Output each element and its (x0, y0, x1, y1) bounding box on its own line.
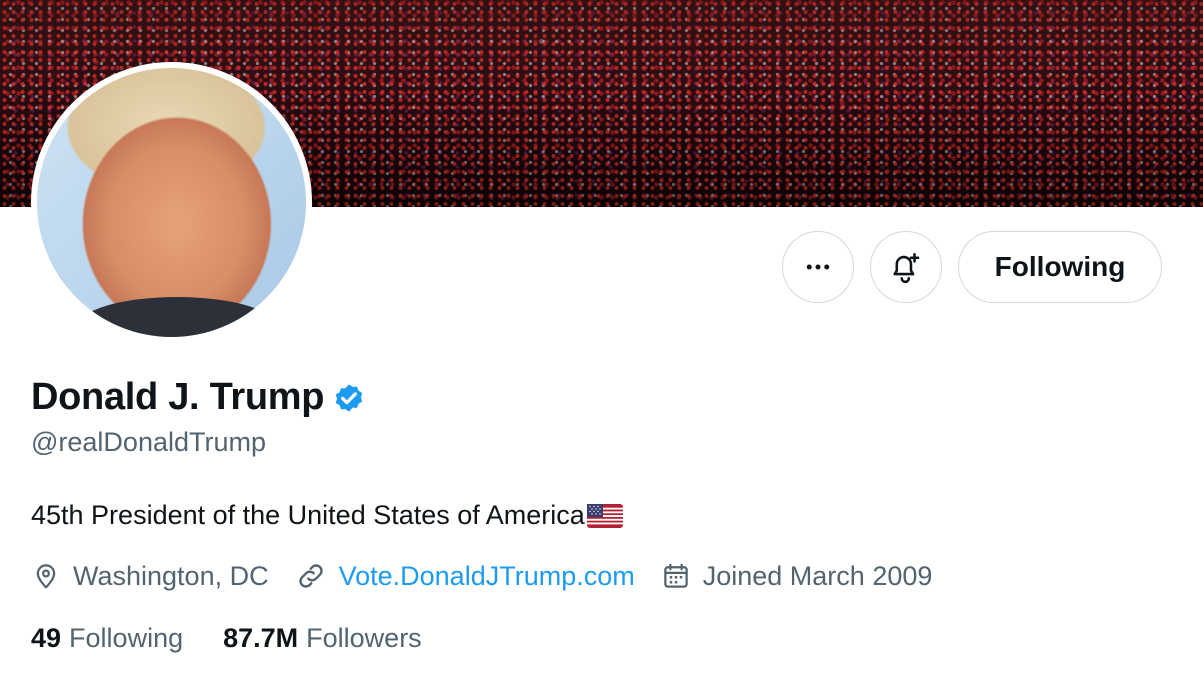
following-count: 49 (31, 623, 62, 653)
joined-item: Joined March 2009 (661, 560, 933, 592)
location-pin-icon (36, 564, 56, 589)
profile-handle: @realDonaldTrump (31, 427, 266, 457)
joined-date-text: Joined March 2009 (702, 560, 933, 591)
avatar-suit-shape (77, 297, 277, 337)
followers-stat-link[interactable]: 87.7M Followers (223, 623, 422, 654)
more-horizontal-icon (806, 264, 830, 270)
profile-bio: 45th President of the United States of A… (31, 500, 623, 531)
profile-avatar[interactable] (31, 62, 312, 343)
more-options-button[interactable] (782, 231, 854, 303)
bell-plus-icon (893, 252, 920, 284)
website-link[interactable]: Vote.DonaldJTrump.com (339, 561, 635, 592)
bio-text: 45th President of the United States of A… (31, 500, 585, 530)
profile-name-row: Donald J. Trump (31, 376, 367, 419)
profile-stats: 49 Following 87.7M Followers (31, 623, 462, 654)
location-item: Washington, DC (31, 561, 269, 592)
calendar-icon (663, 563, 688, 588)
location-text: Washington, DC (73, 560, 269, 591)
profile-meta: Washington, DC Vote.DonaldJTrump.com Joi… (31, 560, 958, 592)
followers-count: 87.7M (223, 623, 299, 653)
following-label: Following (69, 623, 184, 653)
following-stat-link[interactable]: 49 Following (31, 623, 183, 654)
link-icon (298, 564, 323, 588)
website-item: Vote.DonaldJTrump.com (295, 560, 635, 592)
verified-badge-icon[interactable] (331, 380, 367, 416)
profile-display-name: Donald J. Trump (31, 376, 325, 418)
notifications-button[interactable] (870, 231, 942, 303)
following-button[interactable]: Following (958, 231, 1162, 303)
us-flag-emoji (586, 503, 623, 528)
followers-label: Followers (306, 623, 422, 653)
